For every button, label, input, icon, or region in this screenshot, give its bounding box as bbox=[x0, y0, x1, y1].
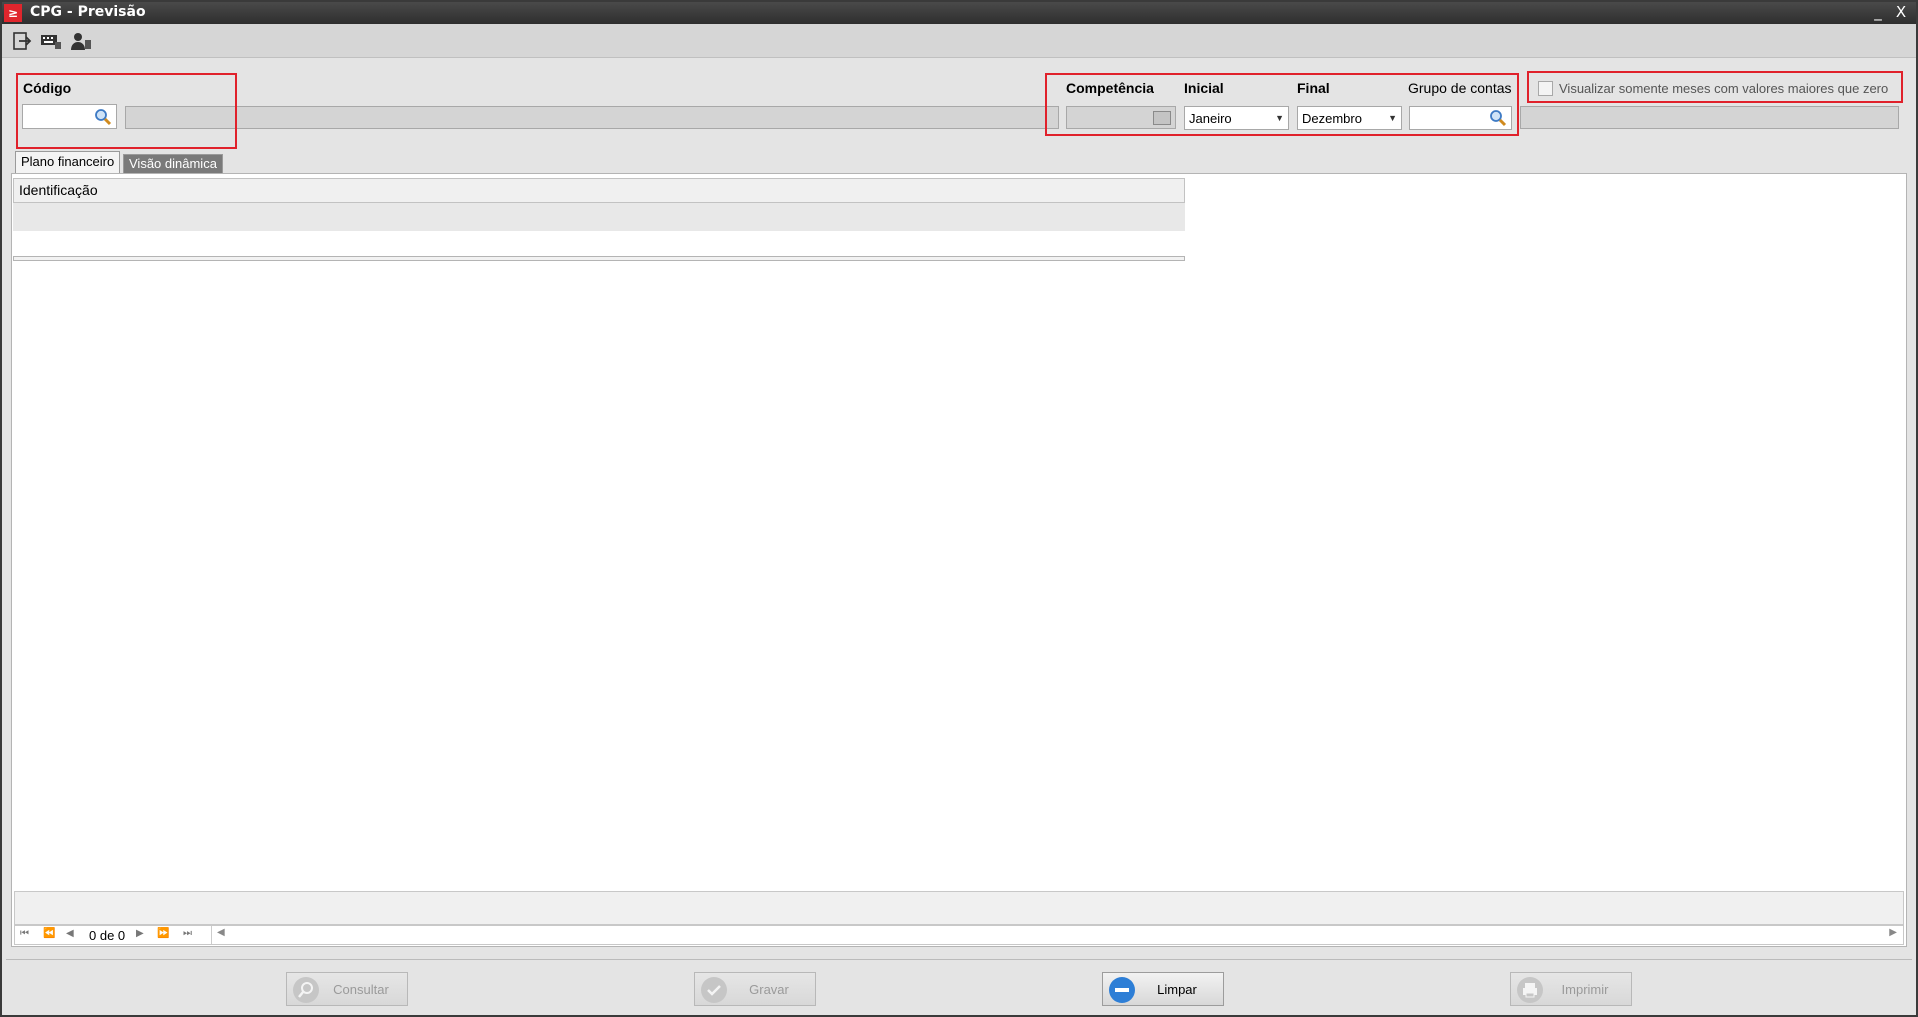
codigo-input[interactable] bbox=[22, 104, 117, 129]
first-record-icon[interactable]: ⏮ bbox=[20, 928, 29, 939]
toolbar bbox=[2, 24, 1916, 58]
main-window: ≥ CPG - Previsão _ X Código Competência … bbox=[0, 0, 1918, 1017]
grid-panel: Identificação ⏮ ⏪ ◀ 0 de 0 ▶ ⏩ ⏭ ◀ ▶ bbox=[11, 173, 1907, 947]
record-navigator: ⏮ ⏪ ◀ 0 de 0 ▶ ⏩ ⏭ ◀ ▶ bbox=[14, 925, 1904, 945]
meses-maiores-zero-checkbox[interactable] bbox=[1538, 81, 1553, 96]
competencia-field[interactable] bbox=[1066, 106, 1176, 129]
grid-summary-line bbox=[13, 256, 1185, 261]
gravar-button[interactable]: Gravar bbox=[694, 972, 816, 1006]
previous-record-icon[interactable]: ◀ bbox=[66, 928, 74, 939]
scroll-right-icon[interactable]: ▶ bbox=[1889, 927, 1897, 938]
inicial-label: Inicial bbox=[1184, 80, 1224, 96]
bottom-separator bbox=[6, 959, 1912, 960]
limpar-button[interactable]: Limpar bbox=[1102, 972, 1224, 1006]
column-header-identificacao[interactable]: Identificação bbox=[13, 178, 1185, 203]
calendar-icon[interactable] bbox=[1153, 111, 1171, 125]
consultar-button[interactable]: Consultar bbox=[286, 972, 408, 1006]
exit-icon[interactable] bbox=[12, 31, 34, 51]
previous-page-icon[interactable]: ⏪ bbox=[43, 928, 55, 939]
chevron-down-icon: ▼ bbox=[1275, 113, 1284, 123]
app-logo-icon: ≥ bbox=[4, 4, 22, 22]
minimize-button[interactable]: _ bbox=[1867, 2, 1889, 24]
close-button[interactable]: X bbox=[1890, 2, 1912, 24]
record-count-text: 0 de 0 bbox=[89, 928, 126, 943]
scroll-left-icon[interactable]: ◀ bbox=[217, 927, 225, 938]
final-label: Final bbox=[1297, 80, 1330, 96]
grid-footer bbox=[14, 891, 1904, 925]
user-icon[interactable] bbox=[70, 31, 92, 51]
tab-plano-financeiro[interactable]: Plano financeiro bbox=[15, 151, 121, 173]
grupo-contas-description-field bbox=[1520, 106, 1899, 129]
title-bar: ≥ CPG - Previsão _ X bbox=[2, 2, 1916, 24]
last-record-icon[interactable]: ⏭ bbox=[183, 928, 192, 939]
competencia-label: Competência bbox=[1066, 80, 1154, 96]
codigo-description-field bbox=[125, 106, 1059, 129]
search-icon[interactable] bbox=[94, 108, 112, 126]
chevron-down-icon: ▼ bbox=[1388, 113, 1397, 123]
grupo-contas-input[interactable] bbox=[1409, 106, 1512, 130]
tab-visao-dinamica[interactable]: Visão dinâmica bbox=[123, 154, 223, 173]
inicial-select[interactable]: Janeiro ▼ bbox=[1184, 106, 1289, 130]
next-record-icon[interactable]: ▶ bbox=[136, 928, 144, 939]
navigator-separator bbox=[211, 926, 212, 944]
search-icon[interactable] bbox=[1489, 109, 1507, 127]
grupo-contas-label: Grupo de contas bbox=[1408, 80, 1512, 96]
next-page-icon[interactable]: ⏩ bbox=[157, 928, 169, 939]
window-title: CPG - Previsão bbox=[30, 4, 146, 20]
final-select[interactable]: Dezembro ▼ bbox=[1297, 106, 1402, 130]
grid-filter-row bbox=[13, 203, 1185, 231]
meses-maiores-zero-label[interactable]: Visualizar somente meses com valores mai… bbox=[1559, 81, 1888, 96]
keyboard-icon[interactable] bbox=[40, 31, 62, 51]
imprimir-button[interactable]: Imprimir bbox=[1510, 972, 1632, 1006]
codigo-label: Código bbox=[23, 80, 72, 96]
